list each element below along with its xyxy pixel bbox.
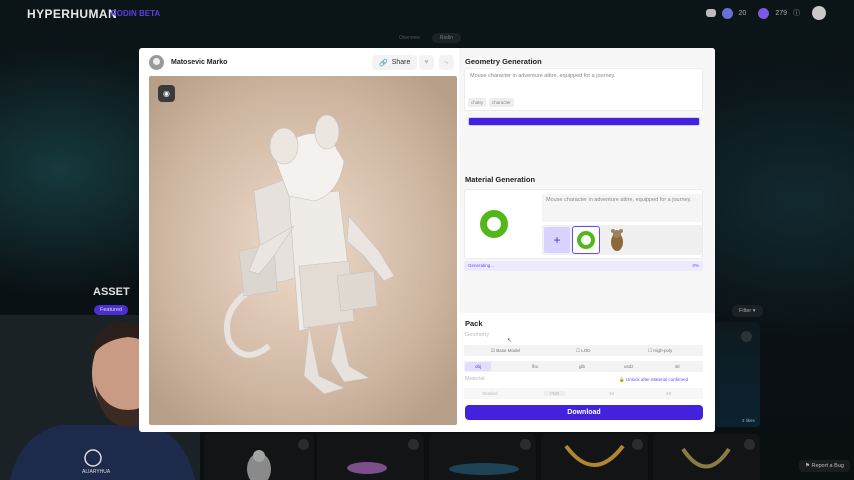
credits-icon — [758, 7, 770, 19]
filter-button[interactable]: Filter ▾ — [732, 305, 763, 317]
add-reference-button[interactable]: + — [544, 227, 570, 253]
shirt-text: ALIARYHUA — [82, 469, 111, 475]
gallery-card[interactable] — [653, 434, 760, 480]
gallery-card-side[interactable] — [715, 322, 760, 427]
format-obj[interactable]: obj — [465, 362, 492, 371]
user-level: 20 — [738, 9, 747, 17]
progress-label: Generating... — [468, 263, 495, 268]
gallery-thumbnail — [247, 450, 271, 480]
material-options: Shaded PBR 1K 4K — [464, 388, 703, 399]
discord-icon[interactable] — [705, 9, 716, 17]
ring-thumbnail — [577, 231, 595, 249]
heart-icon[interactable] — [741, 331, 752, 342]
geometry-generate-bar[interactable] — [468, 117, 700, 126]
material-preview — [480, 210, 508, 238]
format-glb[interactable]: glb — [579, 364, 585, 369]
mouse-thumbnail — [611, 229, 623, 251]
unlock-note: 🔒 Unlock after Material confirmed — [619, 377, 689, 382]
app-logo-sub: RODIN BETA — [111, 9, 161, 18]
heart-icon[interactable] — [744, 439, 755, 450]
tag-chip: character — [489, 98, 514, 107]
tab-rodin[interactable]: Rodin — [431, 33, 461, 43]
heart-icon[interactable] — [520, 439, 531, 450]
material-shaded: Shaded — [482, 391, 498, 396]
share-label: Share — [391, 59, 411, 66]
material-pbr: PBR — [544, 391, 566, 396]
geometry-label: Geometry — [465, 332, 490, 338]
heart-icon: ♥ — [424, 59, 429, 66]
share-button[interactable]: 🔗 Share — [372, 55, 418, 70]
like-button[interactable]: ♥ — [419, 55, 434, 70]
reference-tile-mouse[interactable] — [604, 227, 630, 253]
report-label: Report a Bug — [811, 463, 844, 469]
download-button[interactable]: Download — [465, 405, 703, 420]
eye-icon[interactable]: ◉ — [158, 85, 175, 102]
user-avatar[interactable] — [812, 6, 826, 20]
unlock-text: Unlock after Material confirmed — [625, 377, 689, 382]
top-bar: HYPERHUMAN RODIN BETA 20 279 ⓘ — [0, 0, 854, 28]
model-options: ☑ Base Model ☐ LOD ☐ High-poly — [464, 345, 703, 356]
likes-count: 2 likes — [742, 418, 755, 423]
material-label: Material — [465, 376, 485, 382]
top-tabs: Overview Rodin — [391, 33, 461, 43]
app-logo[interactable]: HYPERHUMAN — [27, 7, 117, 21]
material-references: + — [542, 225, 702, 255]
tag-chip: chatty — [468, 98, 487, 107]
format-options: obj fbx glb usdz stl — [464, 361, 703, 372]
option-lod[interactable]: ☐ LOD — [576, 348, 591, 354]
author-avatar[interactable] — [149, 55, 164, 70]
remix-button[interactable]: ⤷ — [439, 55, 454, 70]
asset-detail-modal: Matosevic Marko 🔗 Share ♥ ⤷ ◉ Geometry G… — [139, 48, 715, 432]
top-right-icons: 20 279 ⓘ — [705, 6, 826, 20]
option-label: High-poly — [653, 348, 673, 353]
report-bug-button[interactable]: ⚑ Report a Bug — [799, 460, 850, 472]
material-prompt: Mouse character in adventure attire, equ… — [542, 194, 702, 222]
format-fbx[interactable]: fbx — [532, 364, 538, 369]
geometry-title: Geometry Generation — [465, 57, 542, 66]
tab-overview[interactable]: Overview — [391, 33, 428, 43]
gallery-card[interactable] — [204, 434, 314, 480]
format-stl[interactable]: stl — [675, 364, 680, 369]
info-icon[interactable]: ⓘ — [793, 8, 800, 18]
format-usdz[interactable]: usdz — [624, 364, 634, 369]
filter-label: Filter — [739, 308, 752, 314]
material-box: Mouse character in adventure attire, equ… — [464, 189, 703, 259]
mouse-cursor-icon: ↖ — [507, 338, 513, 344]
author-name[interactable]: Matosevic Marko — [171, 59, 227, 66]
material-1k: 1K — [609, 391, 615, 396]
material-title: Material Generation — [465, 175, 536, 184]
gallery-card[interactable] — [429, 434, 536, 480]
link-icon: 🔗 — [379, 59, 388, 67]
level-icon — [721, 7, 733, 19]
generation-panel: Geometry Generation Mouse character in a… — [459, 48, 715, 432]
author-info: Matosevic Marko — [149, 55, 227, 70]
reference-tile-selected[interactable] — [572, 226, 600, 254]
option-base-model[interactable]: ☑ Base Model — [491, 348, 520, 354]
pack-title: Pack — [465, 319, 483, 328]
option-label: LOD — [581, 348, 591, 353]
material-4k: 4K — [666, 391, 672, 396]
heart-icon[interactable] — [408, 439, 419, 450]
option-label: Base Model — [496, 348, 521, 353]
gallery-card[interactable] — [317, 434, 424, 480]
section-title: ASSET — [93, 286, 130, 298]
mouse-model-render — [224, 114, 395, 395]
option-high-poly[interactable]: ☐ High-poly — [648, 348, 672, 354]
progress-percent: 0% — [692, 263, 699, 268]
geometry-prompt-box: Mouse character in adventure attire, equ… — [464, 68, 703, 111]
featured-chip[interactable]: Featured — [94, 305, 129, 315]
geometry-prompt: Mouse character in adventure attire, equ… — [470, 73, 616, 79]
material-progress: Generating... 0% — [464, 261, 703, 271]
heart-icon[interactable] — [298, 439, 309, 450]
credits-count: 279 — [775, 9, 787, 17]
3d-model-viewer[interactable]: ◉ — [149, 76, 457, 425]
heart-icon[interactable] — [632, 439, 643, 450]
remix-icon: ⤷ — [444, 58, 449, 66]
gallery-card[interactable] — [541, 434, 648, 480]
